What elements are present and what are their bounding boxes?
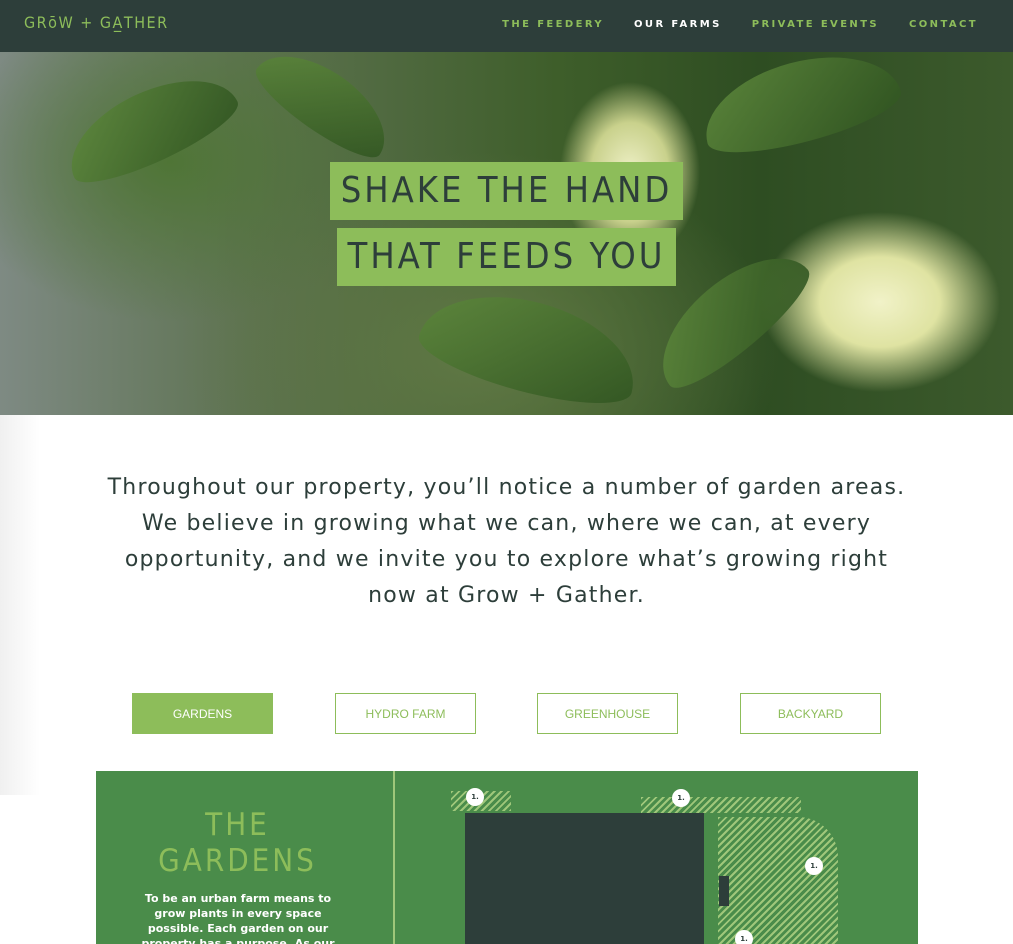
tab-greenhouse[interactable]: GREENHOUSE xyxy=(537,693,678,734)
nav-link-the-feedery[interactable]: THE FEEDERY xyxy=(502,19,604,30)
hero-headline-line-1: SHAKE THE HAND xyxy=(329,162,684,220)
nav-link-our-farms[interactable]: OUR FARMS xyxy=(634,19,722,30)
tab-backyard[interactable]: BACKYARD xyxy=(740,693,881,734)
gardens-panel: THE GARDENS To be an urban farm means to… xyxy=(96,771,918,944)
hero-headline: THAT FEEDS YOU xyxy=(0,228,1013,286)
hero-headline-line-2: THAT FEEDS YOU xyxy=(336,228,677,286)
map-building xyxy=(465,813,704,944)
nav-links: THE FEEDERY OUR FARMS PRIVATE EVENTS CON… xyxy=(502,19,978,30)
tab-gardens[interactable]: GARDENS xyxy=(132,693,273,734)
hero-photo-leaf xyxy=(246,52,404,170)
panel-title-line-1: THE xyxy=(205,807,270,843)
map-marker[interactable]: 1. xyxy=(466,788,484,806)
hero-banner: SHAKE THE HAND THAT FEEDS YOU xyxy=(0,52,1013,415)
map-garden-area xyxy=(718,817,838,944)
left-edge-shadow xyxy=(0,415,40,795)
map-marker[interactable]: 1. xyxy=(672,789,690,807)
panel-description: To be an urban farm means to grow plants… xyxy=(141,892,335,944)
hero-photo-leaf xyxy=(412,275,648,415)
panel-title-line-2: GARDENS xyxy=(158,843,317,879)
tab-hydro-farm[interactable]: HYDRO FARM xyxy=(335,693,476,734)
map-marker[interactable]: 1. xyxy=(735,930,753,944)
intro-paragraph: Throughout our property, you’ll notice a… xyxy=(107,475,906,608)
nav-link-contact[interactable]: CONTACT xyxy=(909,19,978,30)
brand-logo[interactable]: GRōW + GA̲THER xyxy=(24,13,169,32)
map-building xyxy=(719,876,729,906)
nav-link-private-events[interactable]: PRIVATE EVENTS xyxy=(752,19,879,30)
map-garden-area xyxy=(641,797,801,813)
map-marker[interactable]: 1. xyxy=(805,857,823,875)
hero-headline: SHAKE THE HAND xyxy=(0,162,1013,220)
hero-photo-leaf xyxy=(693,52,907,167)
panel-divider xyxy=(393,771,395,944)
panel-title: THE GARDENS xyxy=(96,807,379,879)
top-nav: GRōW + GA̲THER THE FEEDERY OUR FARMS PRI… xyxy=(0,0,1013,52)
